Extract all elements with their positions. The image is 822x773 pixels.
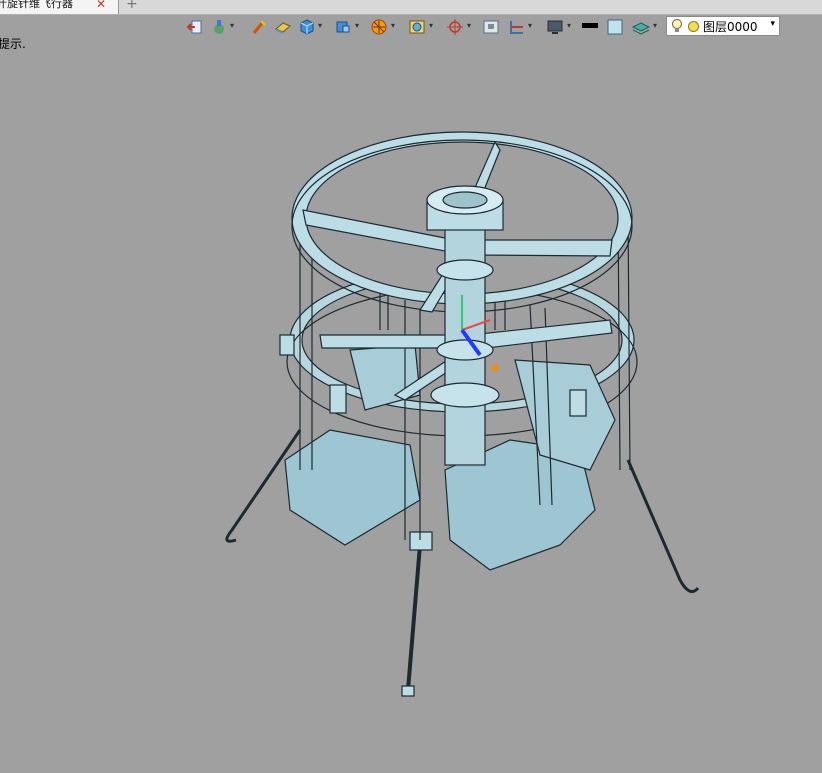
chevron-down-icon[interactable]: ▾	[230, 21, 234, 30]
chevron-down-icon[interactable]: ▾	[391, 21, 395, 30]
render-icon[interactable]	[370, 18, 388, 36]
lightbulb-icon[interactable]	[670, 18, 684, 38]
display-mode-icon[interactable]	[408, 18, 426, 36]
close-icon[interactable]: ✕	[96, 0, 106, 10]
frame-icon[interactable]	[482, 18, 500, 36]
chevron-down-icon[interactable]: ▾	[528, 21, 532, 30]
eraser-icon[interactable]	[274, 18, 292, 36]
cube-icon[interactable]	[298, 18, 316, 36]
aircraft-model	[225, 131, 700, 697]
view-cube-icon[interactable]	[334, 18, 352, 36]
chevron-down-icon[interactable]: ▾	[318, 21, 322, 30]
add-tab-icon[interactable]: +	[126, 0, 138, 12]
document-tab-label: 叶旋针维飞行器	[0, 0, 73, 10]
chevron-down-icon[interactable]: ▾	[653, 21, 657, 30]
exit-icon[interactable]	[186, 18, 204, 36]
layer-stack-icon[interactable]	[632, 18, 650, 36]
document-tab[interactable]: 叶旋针维飞行器 ✕	[0, 0, 119, 14]
fill-color-icon[interactable]	[606, 18, 624, 36]
chevron-down-icon[interactable]: ▾	[567, 21, 571, 30]
chevron-down-icon[interactable]: ▾	[429, 21, 433, 30]
layer-name: 图层0000	[703, 20, 758, 34]
layer-select[interactable]: 图层0000 ▾	[666, 16, 780, 36]
chevron-down-icon[interactable]: ▾	[770, 19, 775, 29]
line-color-swatch	[582, 23, 598, 28]
model-viewport[interactable]	[0, 38, 822, 769]
brush-icon[interactable]	[250, 18, 268, 36]
view-toolbar: ▾ ▾ ▾ ▾ ▾ ▾ ▾ ▾ ▾	[184, 16, 684, 38]
paint-icon[interactable]	[210, 18, 228, 36]
tab-bar: 叶旋针维飞行器 ✕ +	[0, 0, 822, 15]
screen-icon[interactable]	[546, 18, 564, 36]
coordinate-icon[interactable]	[446, 18, 464, 36]
chevron-down-icon[interactable]: ▾	[467, 21, 471, 30]
layer-color-icon	[688, 21, 699, 32]
fill-color-swatch	[607, 19, 623, 35]
chevron-down-icon[interactable]: ▾	[355, 21, 359, 30]
section-icon[interactable]	[508, 18, 526, 36]
